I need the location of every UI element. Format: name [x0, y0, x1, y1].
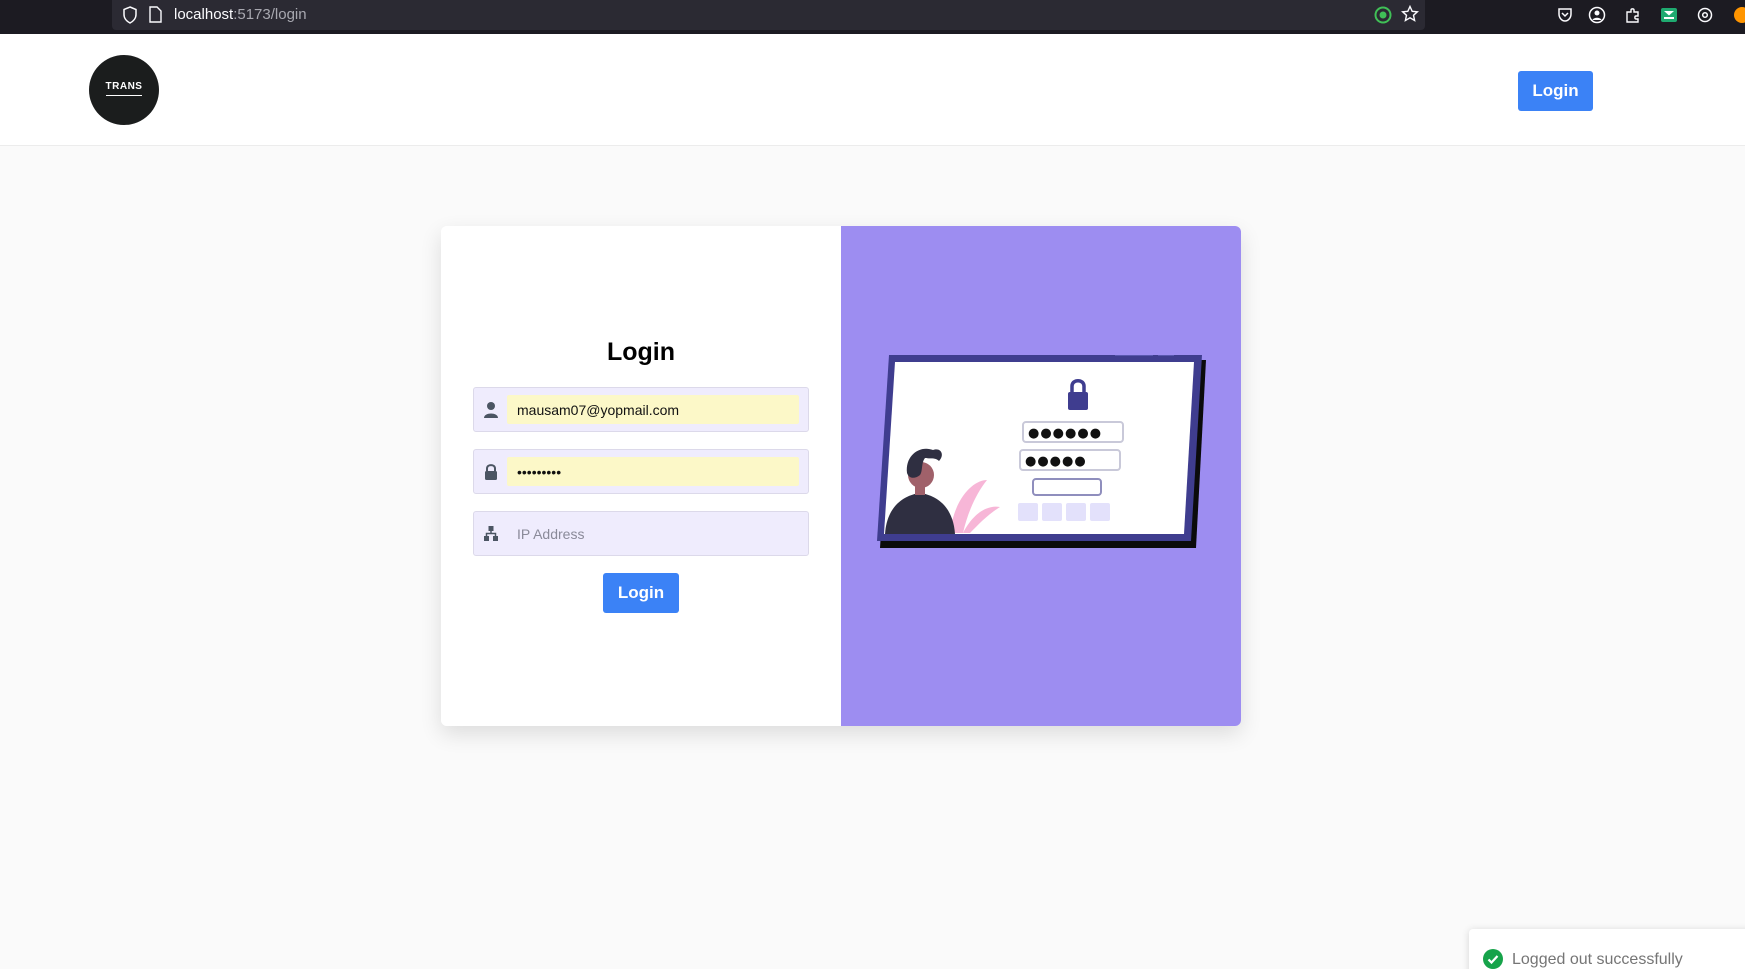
url-host: localhost — [174, 6, 234, 23]
toast-message: Logged out successfully — [1512, 951, 1683, 968]
illustration-panel: ●●●●●● ●●●●● — [841, 226, 1241, 726]
login-illustration: ●●●●●● ●●●●● — [877, 355, 1206, 548]
ip-address-field — [473, 511, 809, 556]
header-login-button[interactable]: Login — [1518, 71, 1593, 111]
ip-address-input[interactable] — [507, 519, 799, 548]
logo-text: TRANS — [105, 81, 143, 92]
illustration-mask-2: ●●●●● — [1025, 454, 1087, 469]
logo-underline — [106, 95, 142, 96]
illustration-mask-1: ●●●●●● — [1028, 426, 1102, 441]
url-text[interactable]: localhost:5173/login — [174, 6, 307, 23]
check-circle-icon — [1483, 949, 1503, 969]
password-input[interactable] — [507, 457, 799, 486]
email-field — [473, 387, 809, 432]
account-icon[interactable] — [1588, 6, 1606, 24]
login-submit-button[interactable]: Login — [603, 573, 679, 613]
pocket-icon[interactable] — [1556, 6, 1574, 24]
shield-icon[interactable] — [122, 6, 138, 24]
settings-icon[interactable] — [1696, 6, 1714, 24]
logo[interactable]: TRANS — [89, 55, 159, 125]
extensions-icon[interactable] — [1624, 6, 1642, 24]
extension-green-icon[interactable] — [1374, 6, 1392, 24]
login-form-panel: Login Login — [441, 226, 841, 726]
bookmark-star-icon[interactable] — [1401, 5, 1419, 23]
user-icon — [484, 402, 498, 418]
url-path: :5173/login — [233, 6, 307, 23]
firefox-icon[interactable] — [1733, 6, 1745, 24]
app-header: TRANS Login — [0, 34, 1745, 146]
login-card: Login Login — [441, 226, 1241, 726]
page-icon — [149, 6, 162, 23]
mail-extension-icon[interactable] — [1660, 6, 1678, 24]
browser-toolbar: localhost:5173/login — [0, 0, 1745, 34]
toast-notification[interactable]: Logged out successfully — [1469, 929, 1745, 969]
email-input[interactable] — [507, 395, 799, 424]
network-icon — [484, 526, 498, 541]
login-title: Login — [606, 338, 676, 366]
lock-icon — [485, 464, 497, 480]
password-field — [473, 449, 809, 494]
address-bar[interactable]: localhost:5173/login — [112, 0, 1425, 30]
